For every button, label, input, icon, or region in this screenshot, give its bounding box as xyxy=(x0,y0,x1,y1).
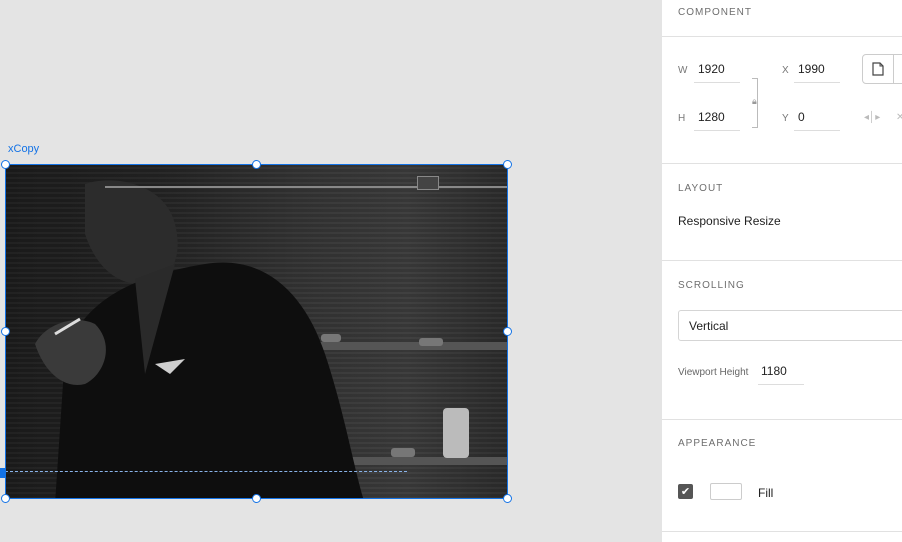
y-label: Y xyxy=(782,113,789,124)
resize-handle-bottom-left[interactable] xyxy=(1,494,10,503)
section-title-layout: LAYOUT xyxy=(678,183,724,194)
cup xyxy=(391,448,415,457)
lock-icon[interactable]: 🔒︎ xyxy=(752,96,757,107)
resize-handle-left[interactable] xyxy=(1,327,10,336)
viewport-height-field[interactable]: 1180 xyxy=(758,364,804,385)
canvas[interactable]: xCopy xyxy=(0,0,662,542)
artboard-image[interactable] xyxy=(5,164,508,499)
viewport-height-handle[interactable] xyxy=(0,468,5,478)
height-label: H xyxy=(678,113,686,124)
scroll-thumb[interactable] xyxy=(417,176,439,190)
checkmark-icon: ✔ xyxy=(680,486,691,498)
section-title-scrolling: SCROLLING xyxy=(678,280,745,291)
scroll-track xyxy=(105,186,508,188)
width-label: W xyxy=(678,65,688,76)
flip-vertical-icon[interactable]: ✕ xyxy=(896,112,902,123)
x-label: X xyxy=(782,65,789,76)
document-icon xyxy=(872,62,884,76)
viewport-height-guide[interactable] xyxy=(5,471,407,472)
artboard-label[interactable]: xCopy xyxy=(8,143,39,155)
resize-handle-top-left[interactable] xyxy=(1,160,10,169)
scrolling-select[interactable]: Vertical xyxy=(678,310,902,341)
property-inspector: COMPONENT W 1920 X 1990 H 1280 Y 0 🔒︎ ◂│… xyxy=(662,0,902,542)
document-button[interactable] xyxy=(862,54,894,84)
viewport-height-label: Viewport Height xyxy=(678,367,749,378)
component-header-section: COMPONENT xyxy=(662,0,902,37)
vase xyxy=(443,408,469,458)
layout-section: LAYOUT xyxy=(662,164,902,261)
resize-handle-bottom-right[interactable] xyxy=(503,494,512,503)
height-field[interactable]: 1280 xyxy=(694,110,740,131)
resize-handle-top[interactable] xyxy=(252,160,261,169)
layout-mode[interactable]: Responsive Resize xyxy=(678,214,781,228)
document-button-secondary[interactable] xyxy=(894,54,902,84)
appearance-section: APPEARANCE xyxy=(662,420,902,532)
section-title-appearance: APPEARANCE xyxy=(678,438,757,449)
person-figure xyxy=(35,180,364,499)
fill-label: Fill xyxy=(758,486,774,500)
resize-handle-bottom[interactable] xyxy=(252,494,261,503)
resize-handle-top-right[interactable] xyxy=(503,160,512,169)
resize-handle-right[interactable] xyxy=(503,327,512,336)
fill-color-swatch[interactable] xyxy=(710,483,742,500)
flip-horizontal-icon[interactable]: ◂│▸ xyxy=(864,112,880,123)
x-field[interactable]: 1990 xyxy=(794,62,840,83)
y-field[interactable]: 0 xyxy=(794,110,840,131)
fill-checkbox[interactable]: ✔ xyxy=(678,484,693,499)
cup xyxy=(419,338,443,346)
section-title-component: COMPONENT xyxy=(678,7,752,18)
width-field[interactable]: 1920 xyxy=(694,62,740,83)
